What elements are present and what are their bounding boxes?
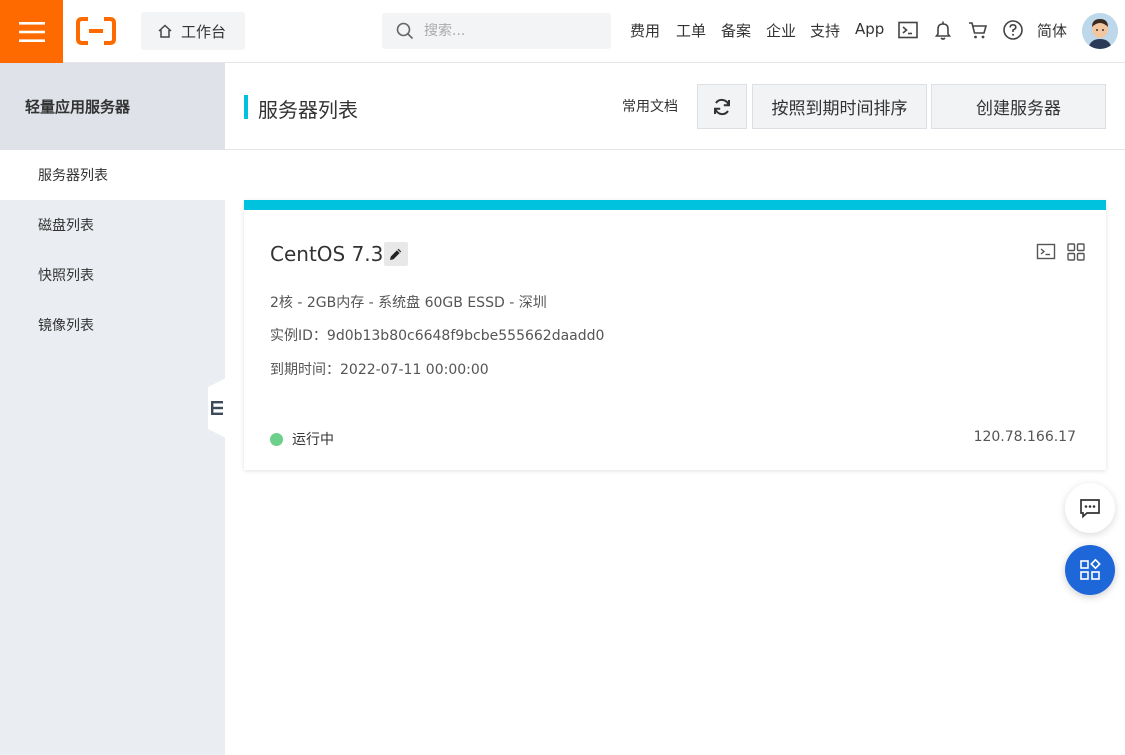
home-icon (158, 24, 172, 38)
terminal-icon[interactable] (897, 19, 919, 41)
chat-float-button[interactable] (1065, 483, 1115, 533)
main-header: 服务器列表 常用文档 按照到期时间排序 创建服务器 (225, 63, 1125, 150)
apps-float-button[interactable] (1065, 545, 1115, 595)
search-icon (396, 22, 414, 40)
sidebar-item-image-list[interactable]: 镜像列表 (0, 300, 225, 350)
app-widgets-icon (1080, 558, 1101, 580)
status-text: 运行中 (292, 432, 334, 448)
edit-name-button[interactable] (384, 242, 408, 266)
docs-link[interactable]: 常用文档 (622, 96, 678, 116)
sidebar: 轻量应用服务器 服务器列表 磁盘列表 快照列表 镜像列表 (0, 63, 226, 755)
card-actions (1036, 242, 1086, 266)
server-card[interactable]: CentOS 7.3 2核 - 2GB内存 - 系统盘 60GB ESSD - … (244, 200, 1106, 470)
workbench-button[interactable]: 工作台 (141, 12, 245, 50)
card-accent-strip (244, 200, 1106, 210)
nav-link-support[interactable]: 支持 (810, 20, 840, 41)
apps-grid-icon[interactable] (1066, 242, 1086, 266)
workbench-label: 工作台 (181, 22, 227, 41)
expire-time: 到期时间：2022-07-11 00:00:00 (270, 362, 489, 378)
brand-logo[interactable] (76, 16, 116, 46)
title-accent-bar (244, 95, 248, 119)
public-ip: 120.78.166.17 (973, 429, 1076, 445)
status-dot-icon (270, 432, 283, 446)
language-switch[interactable]: 简体 (1037, 20, 1067, 41)
create-server-button[interactable]: 创建服务器 (931, 84, 1106, 129)
page-title: 服务器列表 (258, 98, 358, 122)
sort-by-expiry-button[interactable]: 按照到期时间排序 (752, 84, 927, 129)
avatar-icon (1082, 13, 1118, 49)
top-bar: 工作台 费用 工单 备案 企业 支持 App (0, 0, 1125, 63)
bell-icon[interactable] (932, 19, 954, 41)
chat-bubble-icon (1080, 499, 1100, 519)
search-box (382, 13, 611, 49)
collapse-icon (211, 401, 223, 415)
refresh-icon (714, 98, 730, 115)
refresh-button[interactable] (697, 84, 747, 129)
server-spec: 2核 - 2GB内存 - 系统盘 60GB ESSD - 深圳 (270, 295, 547, 311)
menu-button[interactable] (0, 0, 63, 63)
sidebar-item-disk-list[interactable]: 磁盘列表 (0, 200, 225, 250)
sidebar-title: 轻量应用服务器 (0, 63, 225, 150)
help-icon[interactable] (1002, 19, 1024, 41)
instance-id: 实例ID：9d0b13b80c6648f9bcbe555662daadd0 (270, 328, 605, 344)
nav-link-tickets[interactable]: 工单 (676, 20, 706, 41)
nav-link-billing[interactable]: 费用 (630, 20, 660, 41)
sidebar-collapse-toggle[interactable] (208, 378, 226, 438)
cart-icon[interactable] (967, 19, 989, 41)
sidebar-item-snapshot-list[interactable]: 快照列表 (0, 250, 225, 300)
user-avatar[interactable] (1082, 13, 1118, 49)
nav-link-enterprise[interactable]: 企业 (766, 20, 796, 41)
nav-link-icp[interactable]: 备案 (721, 20, 751, 41)
status-badge: 运行中 (270, 429, 334, 449)
sidebar-item-server-list[interactable]: 服务器列表 (0, 150, 225, 200)
remote-connect-icon[interactable] (1036, 242, 1056, 266)
hamburger-icon (18, 21, 45, 42)
search-input[interactable] (424, 23, 594, 39)
nav-link-app[interactable]: App (855, 20, 884, 38)
aliyun-logo-icon (76, 17, 116, 45)
server-name[interactable]: CentOS 7.3 (270, 242, 383, 266)
pencil-icon (390, 248, 402, 260)
